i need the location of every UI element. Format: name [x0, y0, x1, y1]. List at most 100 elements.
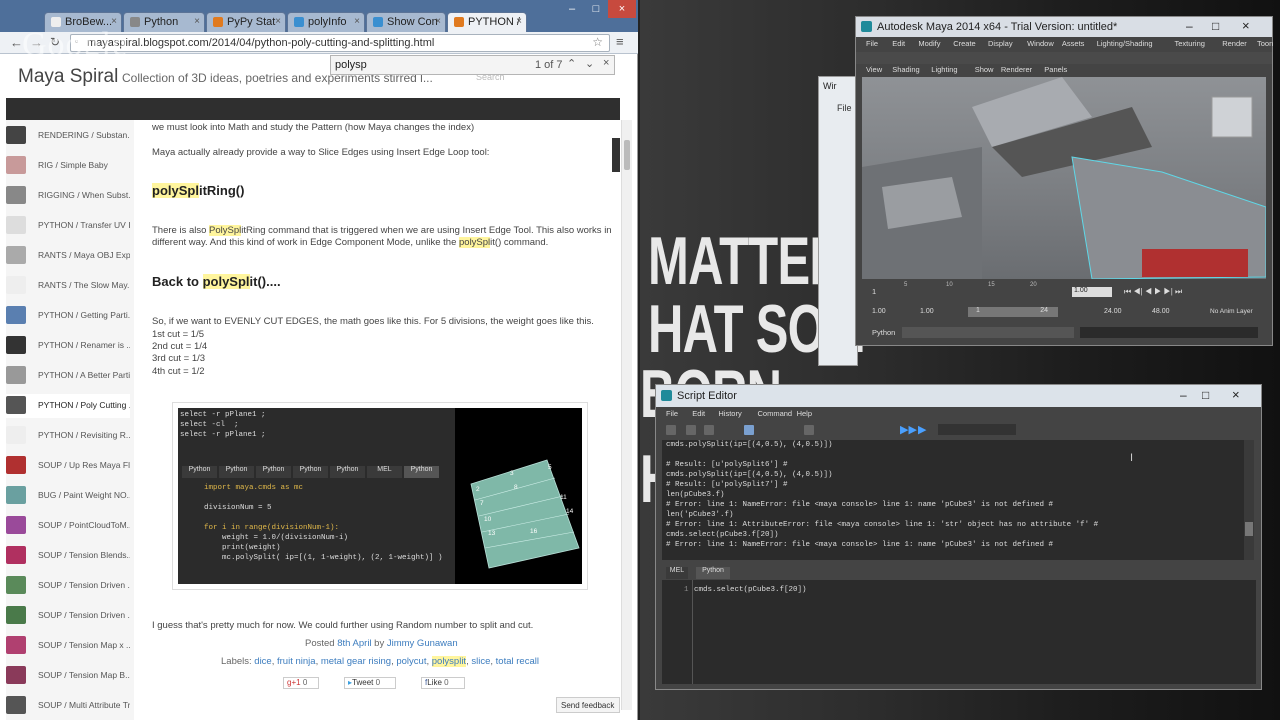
scrollbar-thumb[interactable] — [1245, 522, 1253, 536]
label-link[interactable]: dice — [254, 656, 271, 667]
sidebar-item[interactable]: PYTHON / Poly Cutting ... — [6, 394, 130, 418]
script-editor-menu-item[interactable]: History — [718, 409, 741, 418]
close-icon[interactable]: × — [1232, 387, 1240, 402]
sidebar-item[interactable]: PYTHON / Revisiting R... — [6, 424, 130, 448]
sidebar-item[interactable]: SOUP / Up Res Maya Fl... — [6, 454, 130, 478]
browser-tab[interactable]: PyPy Stat × — [206, 12, 286, 32]
close-icon[interactable]: × — [1242, 18, 1250, 33]
close-icon[interactable]: × — [194, 16, 200, 27]
maya-menu-item[interactable]: Window — [1027, 39, 1054, 48]
sidebar-item[interactable]: SOUP / Tension Blends... — [6, 544, 130, 568]
sidebar-item[interactable]: PYTHON / A Better Parti... — [6, 364, 130, 388]
blog-title[interactable]: Maya Spiral — [18, 66, 118, 88]
panel-menu-item[interactable]: Renderer — [1001, 65, 1032, 74]
sidebar-item[interactable]: PYTHON / Renamer is ... — [6, 334, 130, 358]
browser-tab[interactable]: Show Con × — [366, 12, 446, 32]
panel-menu-item[interactable]: Show — [975, 65, 994, 74]
script-editor-menu-item[interactable]: Help — [797, 409, 812, 418]
maximize-icon[interactable]: □ — [1202, 388, 1209, 402]
sidebar-item[interactable]: SOUP / Tension Driven ... — [6, 604, 130, 628]
label-link[interactable]: total recall — [496, 656, 539, 667]
gplus-button[interactable]: g+1 0 — [283, 677, 319, 689]
maya-menu-item[interactable]: File — [866, 39, 878, 48]
panel-menu-item[interactable]: Panels — [1044, 65, 1067, 74]
maya-menu-item[interactable]: Display — [988, 39, 1013, 48]
open-script-icon[interactable] — [666, 425, 676, 435]
maya-menu-item[interactable]: Toon — [1257, 39, 1273, 48]
chevron-up-icon[interactable]: ⌃ — [567, 57, 576, 70]
execute-all-icon[interactable]: ▶▶ — [900, 423, 917, 436]
panel-menu-item[interactable]: Lighting — [931, 65, 957, 74]
maya-menu-item[interactable]: Create — [953, 39, 976, 48]
maya-menu-item[interactable]: Lighting/Shading — [1097, 39, 1153, 48]
script-input-panel[interactable]: 1 cmds.select(pCube3.f[20]) — [662, 580, 1256, 684]
echo-commands-icon[interactable] — [744, 425, 754, 435]
script-input-code[interactable]: cmds.select(pCube3.f[20]) — [694, 586, 807, 594]
maya-viewport[interactable] — [862, 77, 1267, 280]
execute-icon[interactable]: ▶ — [918, 423, 926, 436]
minimize-icon[interactable]: – — [560, 0, 584, 18]
clear-history-icon[interactable] — [804, 425, 814, 435]
send-feedback-button[interactable]: Send feedback — [556, 697, 620, 713]
minimize-icon[interactable]: – — [1186, 19, 1193, 33]
close-icon[interactable]: × — [354, 16, 360, 27]
find-input[interactable]: polysp — [335, 59, 367, 71]
panel-menu-item[interactable]: View — [866, 65, 882, 74]
playback-controls-icon[interactable]: ⏮ ◀| ◀ ▶ ▶| ⏭ — [1124, 287, 1182, 297]
browser-tab-active[interactable]: PYTHON / × — [447, 12, 527, 32]
script-editor-menu-item[interactable]: Edit — [692, 409, 705, 418]
sidebar-item[interactable]: SOUP / Multi Attribute Tr... — [6, 694, 130, 718]
sidebar-item[interactable]: RIGGING / When Subst... — [6, 184, 130, 208]
search-field[interactable] — [938, 424, 1016, 435]
range-bar[interactable]: 1 24 — [968, 307, 1058, 317]
maya-menu-item[interactable]: Render — [1222, 39, 1247, 48]
maya-menu-item[interactable]: Texturing — [1175, 39, 1205, 48]
browser-tab[interactable]: polyInfo × — [287, 12, 365, 32]
panel-menu-item[interactable]: Shading — [892, 65, 920, 74]
range-slider[interactable]: 1.00 1.00 1 24 24.00 48.00 No Anim Layer — [862, 304, 1266, 320]
maximize-icon[interactable]: □ — [1212, 19, 1219, 33]
time-slider[interactable]: 1 1.00 ⏮ ◀| ◀ ▶ ▶| ⏭ — [862, 281, 1266, 301]
sidebar-item[interactable]: SOUP / PointCloudToM... — [6, 514, 130, 538]
sidebar-item[interactable]: BUG / Paint Weight NO... — [6, 484, 130, 508]
script-editor-menu-item[interactable]: File — [666, 409, 678, 418]
close-icon[interactable]: × — [608, 0, 636, 18]
sidebar-item[interactable]: PYTHON / Getting Parti... — [6, 304, 130, 328]
close-icon[interactable]: × — [435, 16, 441, 27]
command-input[interactable] — [902, 327, 1074, 338]
label-link[interactable]: polysplit — [431, 656, 467, 667]
close-icon[interactable]: × — [516, 16, 522, 27]
address-bar[interactable]: ▫ mayaspiral.blogspot.com/2014/04/python… — [70, 34, 610, 52]
menu-icon[interactable]: ≡ — [616, 34, 624, 49]
sidebar-item[interactable]: RANTS / Maya OBJ Exp... — [6, 244, 130, 268]
maya-menu-item[interactable]: Modify — [918, 39, 940, 48]
current-frame-field[interactable]: 1.00 — [1072, 287, 1112, 297]
like-button[interactable]: fLike 0 — [421, 677, 465, 689]
script-editor-menu-item[interactable]: Command — [758, 409, 793, 418]
label-link[interactable]: fruit ninja — [277, 656, 316, 667]
script-tab[interactable]: Python — [696, 567, 730, 579]
close-icon[interactable]: × — [603, 57, 609, 69]
label-link[interactable]: polycut — [396, 656, 426, 667]
scrollbar-thumb[interactable] — [624, 140, 630, 170]
label-link[interactable]: slice — [471, 656, 490, 667]
maximize-icon[interactable]: □ — [584, 0, 608, 18]
label-link[interactable]: metal gear rising — [321, 656, 391, 667]
sidebar-item[interactable]: SOUP / Tension Driven ... — [6, 574, 130, 598]
maya-menu-item[interactable]: Assets — [1062, 39, 1085, 48]
chevron-down-icon[interactable]: ⌄ — [585, 57, 594, 70]
close-icon[interactable]: × — [275, 16, 281, 27]
source-script-icon[interactable] — [686, 425, 696, 435]
sidebar-item[interactable]: SOUP / Tension Map B... — [6, 664, 130, 688]
script-tab[interactable]: MEL — [666, 567, 688, 579]
star-icon[interactable]: ☆ — [592, 35, 603, 49]
history-scrollbar[interactable] — [1244, 440, 1254, 560]
tweet-button[interactable]: ▸Tweet 0 — [344, 677, 396, 689]
sidebar-item[interactable]: RIG / Simple Baby — [6, 154, 130, 178]
sidebar-item[interactable]: RANTS / The Slow May... — [6, 274, 130, 298]
save-script-icon[interactable] — [704, 425, 714, 435]
page-scrollbar[interactable] — [621, 120, 632, 710]
maya-menu-item[interactable]: Edit — [892, 39, 905, 48]
minimize-icon[interactable]: – — [1180, 388, 1187, 402]
browser-tab[interactable]: Python × — [123, 12, 205, 32]
